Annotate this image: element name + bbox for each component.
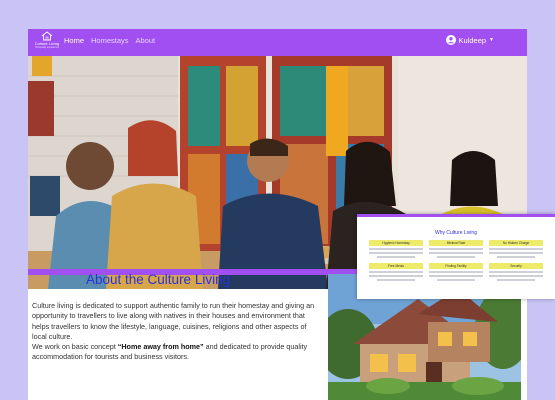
why-card-text-line: [437, 256, 475, 258]
why-card-text-line: [377, 256, 415, 258]
why-card: Finding Facility: [429, 262, 483, 281]
about-paragraph-2-start: We work on basic concept: [32, 342, 118, 352]
why-card-text-line: [489, 248, 543, 250]
nav-link-homestays[interactable]: Homestays: [91, 36, 129, 45]
why-card-title: Finding Facility: [429, 262, 483, 269]
why-card-text-line: [429, 248, 483, 250]
why-card-text-line: [429, 252, 483, 254]
why-title: Why Culture Living: [435, 230, 477, 236]
user-menu[interactable]: Kuldeep ▼: [445, 35, 494, 45]
user-name: Kuldeep: [458, 35, 487, 45]
about-description: Culture living is dedicated to support a…: [32, 301, 317, 363]
about-paragraph-1: Culture living is dedicated to support a…: [32, 301, 315, 341]
user-circle-icon: [445, 35, 456, 45]
why-card-title: Minimal Rate: [429, 240, 483, 246]
why-card-text-line: [497, 256, 535, 258]
why-card-title: Free Meals: [369, 262, 423, 269]
why-panel-accent: [357, 214, 555, 217]
why-card-title: No Hidden Charge: [489, 240, 543, 246]
why-card-text-line: [489, 271, 543, 273]
why-card: No Hidden Charge: [489, 240, 543, 258]
why-card-text-line: [369, 275, 423, 277]
why-card: Minimal Rate: [429, 240, 483, 258]
why-card-text-line: [369, 248, 423, 250]
nav-links: Home Homestays About: [64, 36, 155, 45]
nav-link-about[interactable]: About: [136, 36, 156, 45]
why-card-text-line: [369, 271, 423, 273]
why-cards: Hygienic Homestay Minimal Rate No Hidden…: [369, 240, 543, 281]
why-card-title: Hygienic Homestay: [369, 240, 423, 246]
why-card-text-line: [489, 252, 543, 254]
about-paragraph-2: We work on basic concept “Home away from…: [32, 342, 317, 363]
why-card: Hygienic Homestay: [369, 240, 423, 258]
why-card: Free Meals: [369, 262, 423, 281]
why-card: Security: [489, 262, 543, 281]
why-card-text-line: [369, 252, 423, 254]
brand-logo[interactable]: Culture Living Homestay experience: [34, 31, 60, 53]
house-logo-icon: [41, 31, 53, 41]
why-card-text-line: [437, 279, 475, 281]
why-card-text-line: [497, 279, 535, 281]
nav-link-home[interactable]: Home: [64, 36, 84, 45]
navbar: Culture Living Homestay experience Home …: [28, 29, 527, 56]
about-tagline-bold: “Home away from home”: [117, 342, 204, 352]
why-card-title: Security: [489, 262, 543, 269]
about-title: About the Culture Living: [86, 272, 231, 287]
why-card-text-line: [429, 271, 483, 273]
why-card-text-line: [489, 275, 543, 277]
why-culture-living-panel: Why Culture Living Hygienic Homestay Min…: [357, 214, 555, 299]
why-card-text-line: [429, 275, 483, 277]
caret-down-icon: ▼: [489, 37, 494, 43]
why-card-text-line: [377, 279, 415, 281]
brand-tagline: Homestay experience: [34, 46, 60, 49]
